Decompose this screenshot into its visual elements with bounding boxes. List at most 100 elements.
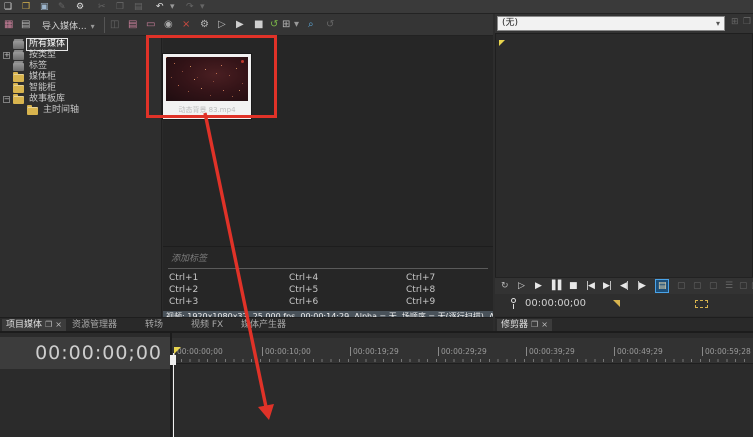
tag-section: 添加标签 Ctrl+1Ctrl+4Ctrl+7Ctrl+2Ctrl+5Ctrl+… bbox=[163, 247, 493, 311]
remove-media-icon[interactable]: × bbox=[182, 18, 190, 31]
shortcut-label: Ctrl+7 bbox=[406, 273, 489, 285]
trimmer-save-icon[interactable]: ⊞ bbox=[731, 17, 739, 27]
refresh-icon[interactable]: ↺ bbox=[326, 18, 334, 31]
save-project-icon[interactable]: ▣ bbox=[40, 1, 49, 13]
media-fx-icon[interactable]: ⚙ bbox=[200, 18, 209, 31]
views-chevron-icon[interactable]: ▾ bbox=[294, 18, 299, 31]
media-thumbnail-image bbox=[166, 57, 248, 101]
transport-bar: ↻▷▶▌▌■|◀▶|◀||▶▤▢▢▢☰▢▢ bbox=[495, 277, 753, 294]
trimmer-timecode[interactable]: 00:00:00;00 bbox=[525, 298, 586, 309]
media-filename: 动态背景 83.mp4 bbox=[163, 105, 251, 115]
tree-expander-icon[interactable]: − bbox=[3, 96, 10, 103]
loop-playback-button[interactable]: ↻ bbox=[501, 280, 508, 292]
redo-icon[interactable]: ↷ bbox=[186, 1, 194, 13]
thumbnail-grid[interactable]: 动态背景 83.mp4 bbox=[163, 36, 493, 247]
ruler-tick-label: 00:00:59;28 bbox=[702, 347, 751, 356]
tree-item-media-bins[interactable]: 媒体柜 bbox=[0, 72, 161, 83]
trimmer-preview-area[interactable] bbox=[495, 33, 753, 291]
tree-item-icon bbox=[13, 74, 24, 82]
paste-media-icon[interactable]: ▤ bbox=[128, 18, 137, 31]
play-button[interactable]: ▶ bbox=[535, 280, 541, 292]
tree-item-main-timeline[interactable]: 主时间轴 bbox=[0, 105, 161, 116]
go-to-end-button[interactable]: ▶| bbox=[603, 280, 611, 292]
playhead-line[interactable] bbox=[173, 353, 174, 437]
trimmer-list-button[interactable]: ☰ bbox=[725, 280, 732, 292]
previous-frame-button[interactable]: ◀| bbox=[620, 280, 628, 292]
import-disc-icon[interactable]: ◉ bbox=[164, 18, 173, 31]
tree-item-by-type[interactable]: + 按类型 bbox=[0, 50, 161, 61]
media-tree: 所有媒体 + 按类型 标签 媒体柜 智能柜 bbox=[0, 36, 162, 317]
play-media-icon[interactable]: ▶ bbox=[236, 18, 244, 31]
tree-item-smart-bins[interactable]: 智能柜 bbox=[0, 83, 161, 94]
media-bins-view-icon[interactable]: ▦ bbox=[4, 18, 13, 31]
project-properties-icon[interactable]: ✎ bbox=[58, 1, 66, 13]
ruler-tick-label: 00:00:29;29 bbox=[438, 347, 487, 356]
trimmer-effect-row: (无)▾ ⊞ ❐ bbox=[495, 14, 753, 33]
shortcut-label: Ctrl+4 bbox=[289, 273, 406, 285]
shortcut-label: Ctrl+2 bbox=[169, 285, 289, 297]
view-thumbnails-icon[interactable]: ◫ bbox=[110, 18, 119, 31]
media-start-flag-icon bbox=[499, 40, 505, 46]
tree-item-icon bbox=[13, 52, 24, 60]
copy-icon[interactable]: ❐ bbox=[116, 1, 124, 13]
timeline-track-area[interactable] bbox=[172, 364, 753, 437]
chevron-down-icon[interactable]: ▾ bbox=[91, 22, 95, 31]
stop-button[interactable]: ■ bbox=[569, 280, 577, 292]
redo-dropdown-icon[interactable]: ▾ bbox=[200, 1, 205, 13]
media-preview-icon[interactable]: ▷ bbox=[218, 18, 226, 31]
undo-icon[interactable]: ↶ bbox=[156, 1, 164, 13]
tree-item-storyboard-library[interactable]: − 故事板库 bbox=[0, 94, 161, 105]
next-frame-button[interactable]: |▶ bbox=[637, 280, 645, 292]
new-project-icon[interactable]: ❏ bbox=[4, 1, 12, 13]
divider bbox=[168, 268, 488, 269]
open-project-icon[interactable]: ❒ bbox=[22, 1, 30, 13]
shortcut-label: Ctrl+1 bbox=[169, 273, 289, 285]
pause-button[interactable]: ▌▌ bbox=[552, 280, 564, 292]
shortcut-label: Ctrl+8 bbox=[406, 285, 489, 297]
marker-triangle-icon[interactable] bbox=[613, 300, 620, 307]
import-media-button[interactable]: 导入媒体...▾ bbox=[38, 17, 99, 33]
go-to-start-button[interactable]: |◀ bbox=[586, 280, 594, 292]
trimmer-tool-button-3[interactable]: ▢ bbox=[709, 280, 717, 292]
undo-dropdown-icon[interactable]: ▾ bbox=[170, 1, 175, 13]
capture-video-icon[interactable]: ▭ bbox=[146, 18, 155, 31]
media-item-card[interactable]: 动态背景 83.mp4 bbox=[163, 54, 251, 119]
trimmer-tool-button-1[interactable]: ▢ bbox=[677, 280, 685, 292]
paste-icon[interactable]: ▤ bbox=[134, 1, 143, 13]
media-toolbar: ▦ ▤ 导入媒体...▾ ◫ ▤ ▭ ◉ × ⚙ ▷ ▶ ■ ↺ ⊞ ▾ ⌕ ↺ bbox=[0, 14, 493, 36]
search-media-icon[interactable]: ⌕ bbox=[308, 18, 314, 31]
chevron-down-icon[interactable]: ▾ bbox=[716, 17, 720, 30]
timeline-marker-flag-icon[interactable] bbox=[174, 347, 181, 354]
timeline-timecode-display[interactable]: 00:00:00;00 bbox=[0, 337, 170, 369]
timeline-ruler[interactable]: 00:00:00;0000:00:10;0000:00:19;2900:00:2… bbox=[172, 338, 753, 364]
network-media-icon[interactable]: ↺ bbox=[270, 18, 278, 31]
tab-float-icon[interactable]: ❐ bbox=[531, 320, 538, 329]
tree-item-icon bbox=[13, 85, 24, 93]
shortcut-label: Ctrl+9 bbox=[406, 297, 489, 309]
timeline-timecode: 00:00:00;00 bbox=[35, 342, 162, 364]
open-media-folder-button[interactable]: ▤ bbox=[655, 279, 669, 293]
settings-gear-icon[interactable]: ⚙ bbox=[76, 1, 84, 13]
main-toolbar: ❏ ❒ ▣ ✎ ⚙ ✂ ❐ ▤ ↶ ▾ ↷ ▾ bbox=[0, 0, 753, 14]
trimmer-tool-button-4[interactable]: ▢ bbox=[739, 280, 747, 292]
ruler-tick-label: 00:00:00;00 bbox=[174, 347, 223, 356]
add-tag-input[interactable]: 添加标签 bbox=[171, 251, 207, 264]
tab-close-icon[interactable]: × bbox=[55, 320, 62, 329]
loop-region-icon[interactable] bbox=[695, 300, 708, 308]
shortcut-label: Ctrl+6 bbox=[289, 297, 406, 309]
trimmer-tool-button-2[interactable]: ▢ bbox=[693, 280, 701, 292]
trimmer-package-icon[interactable]: ❐ bbox=[743, 17, 751, 27]
new-bin-icon[interactable]: ▤ bbox=[21, 18, 30, 31]
project-media-panel: ▦ ▤ 导入媒体...▾ ◫ ▤ ▭ ◉ × ⚙ ▷ ▶ ■ ↺ ⊞ ▾ ⌕ ↺ 所有媒体 + 按类型 标签 bbox=[0, 14, 493, 331]
tab-float-icon[interactable]: ❐ bbox=[45, 320, 52, 329]
stop-media-icon[interactable]: ■ bbox=[254, 18, 263, 31]
views-grid-icon[interactable]: ⊞ bbox=[282, 18, 290, 31]
tree-item-tags[interactable]: 标签 bbox=[0, 61, 161, 72]
tab-close-icon[interactable]: × bbox=[541, 320, 548, 329]
tree-expander-icon[interactable]: + bbox=[3, 52, 10, 59]
tree-item-all-media[interactable]: 所有媒体 bbox=[0, 39, 161, 50]
play-from-start-button[interactable]: ▷ bbox=[518, 280, 524, 292]
effect-select[interactable]: (无)▾ bbox=[497, 16, 725, 31]
media-list-pane: 动态背景 83.mp4 添加标签 Ctrl+1Ctrl+4Ctrl+7Ctrl+… bbox=[163, 36, 493, 317]
cut-icon[interactable]: ✂ bbox=[98, 1, 106, 13]
